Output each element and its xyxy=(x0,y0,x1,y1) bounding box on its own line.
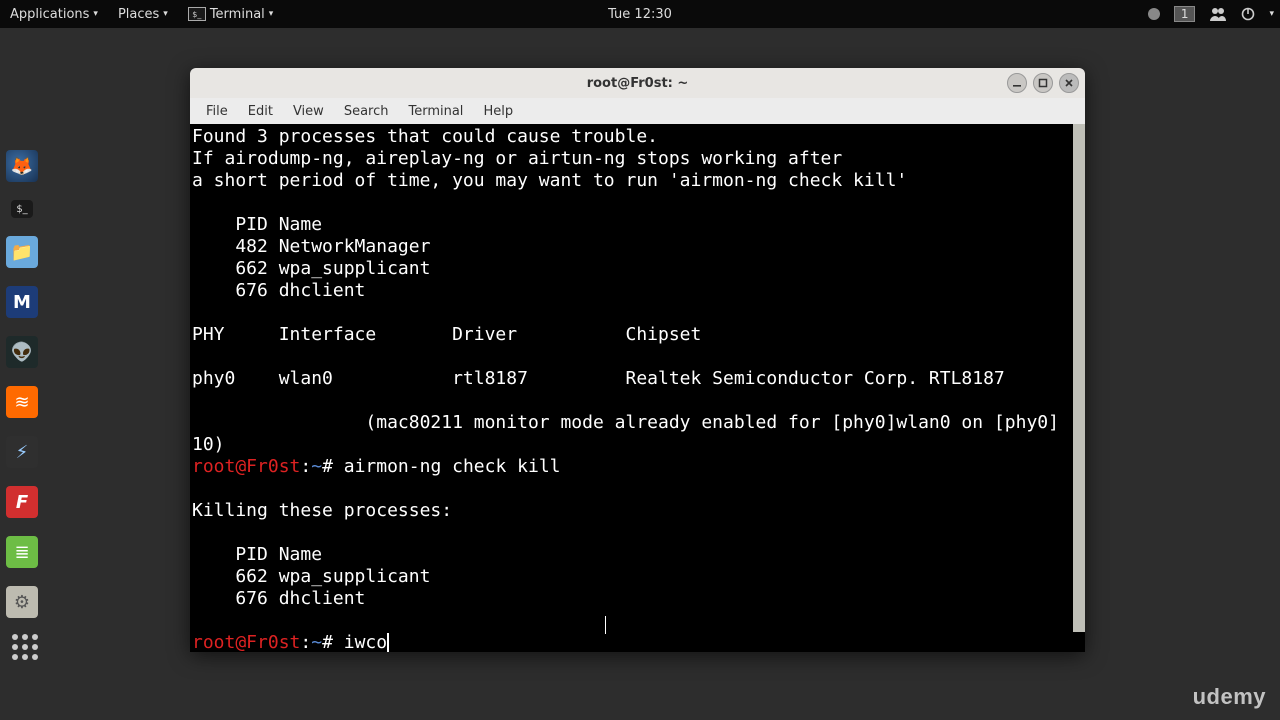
term-line: PHY Interface Driver Chipset xyxy=(192,324,701,345)
show-applications-icon[interactable] xyxy=(12,634,38,660)
term-line: PID Name xyxy=(192,214,322,235)
menu-terminal[interactable]: Terminal xyxy=(398,104,473,119)
window-menubar: File Edit View Search Terminal Help xyxy=(190,98,1085,124)
scrollbar-thumb[interactable] xyxy=(1073,124,1085,632)
chevron-down-icon: ▾ xyxy=(93,9,98,19)
menu-help[interactable]: Help xyxy=(473,104,523,119)
menu-edit[interactable]: Edit xyxy=(238,104,283,119)
term-line: 676 dhclient xyxy=(192,280,365,301)
udemy-watermark: udemy xyxy=(1193,684,1266,710)
files-icon[interactable]: 📁 xyxy=(6,236,38,268)
prompt-user: root@Fr0st xyxy=(192,456,300,477)
terminal-viewport[interactable]: Found 3 processes that could cause troub… xyxy=(190,124,1085,652)
term-line: Killing these processes: xyxy=(192,500,452,521)
term-small-icon[interactable]: $_ xyxy=(11,200,33,218)
record-icon[interactable] xyxy=(1148,8,1160,20)
chevron-down-icon[interactable]: ▾ xyxy=(1269,9,1274,19)
terminal-window: root@Fr0st: ~ File Edit View Search Term… xyxy=(190,68,1085,652)
chevron-down-icon: ▾ xyxy=(163,9,168,19)
term-line: 10) xyxy=(192,434,225,455)
term-line: phy0 wlan0 rtl8187 Realtek Semiconductor… xyxy=(192,368,1005,389)
term-line: 482 NetworkManager xyxy=(192,236,430,257)
prompt-command: airmon-ng check kill xyxy=(344,456,561,477)
mouse-ibeam-icon xyxy=(605,616,606,634)
dock: 🦊 $_ 📁 M 👽 ≋ ⚡ F ≣ ⚙ xyxy=(6,150,38,618)
power-icon[interactable] xyxy=(1241,7,1255,21)
leafpad-icon[interactable]: ≣ xyxy=(6,536,38,568)
chevron-down-icon: ▾ xyxy=(269,9,274,19)
users-icon[interactable] xyxy=(1209,7,1227,21)
text-cursor-icon xyxy=(387,633,389,652)
menu-places[interactable]: Places ▾ xyxy=(108,0,178,28)
prompt-command-typing: iwco xyxy=(344,632,387,652)
minimize-button[interactable] xyxy=(1007,73,1027,93)
panel-clock[interactable]: Tue 12:30 xyxy=(608,7,672,22)
faraday-icon[interactable]: F xyxy=(6,486,38,518)
top-panel: Applications ▾ Places ▾ $_ Terminal ▾ Tu… xyxy=(0,0,1280,28)
term-line: 662 wpa_supplicant xyxy=(192,566,430,587)
burp-icon[interactable]: ≋ xyxy=(6,386,38,418)
prompt-sep: : xyxy=(300,632,311,652)
terminal-scrollbar[interactable] xyxy=(1073,124,1085,652)
prompt-user: root@Fr0st xyxy=(192,632,300,652)
term-line: PID Name xyxy=(192,544,322,565)
prompt-sep: : xyxy=(300,456,311,477)
terminal-icon: $_ xyxy=(188,7,206,21)
close-button[interactable] xyxy=(1059,73,1079,93)
zenmap-icon[interactable]: ⚡ xyxy=(6,436,38,468)
menu-terminal-label: Terminal xyxy=(210,7,265,22)
menu-applications[interactable]: Applications ▾ xyxy=(0,0,108,28)
menu-view[interactable]: View xyxy=(283,104,334,119)
menu-search[interactable]: Search xyxy=(334,104,399,119)
tweaks-icon[interactable]: ⚙ xyxy=(6,586,38,618)
term-line: 662 wpa_supplicant xyxy=(192,258,430,279)
menu-terminal-active[interactable]: $_ Terminal ▾ xyxy=(178,0,283,28)
metasploit-icon[interactable]: M xyxy=(6,286,38,318)
menu-places-label: Places xyxy=(118,7,159,22)
maximize-button[interactable] xyxy=(1033,73,1053,93)
workspace-indicator[interactable]: 1 xyxy=(1174,6,1196,22)
term-line: Found 3 processes that could cause troub… xyxy=(192,126,658,147)
term-line: a short period of time, you may want to … xyxy=(192,170,907,191)
term-line: If airodump-ng, aireplay-ng or airtun-ng… xyxy=(192,148,842,169)
window-title: root@Fr0st: ~ xyxy=(587,76,689,91)
prompt-hash: # xyxy=(322,456,344,477)
menu-applications-label: Applications xyxy=(10,7,89,22)
menu-file[interactable]: File xyxy=(196,104,238,119)
window-titlebar[interactable]: root@Fr0st: ~ xyxy=(190,68,1085,98)
firefox-icon[interactable]: 🦊 xyxy=(6,150,38,182)
prompt-hash: # xyxy=(322,632,344,652)
armitage-icon[interactable]: 👽 xyxy=(6,336,38,368)
term-line: 676 dhclient xyxy=(192,588,365,609)
prompt-path: ~ xyxy=(311,456,322,477)
term-line: (mac80211 monitor mode already enabled f… xyxy=(192,412,1059,433)
prompt-path: ~ xyxy=(311,632,322,652)
